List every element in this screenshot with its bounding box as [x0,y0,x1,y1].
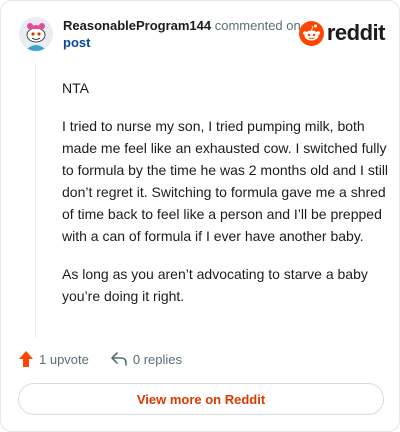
view-more-on-reddit-button[interactable]: View more on Reddit [18,383,384,415]
comment-meta: ReasonableProgram144 commented on post [63,17,313,51]
reddit-logo-icon [298,20,324,46]
comment-paragraph: I tried to nurse my son, I tried pumping… [62,118,389,244]
reddit-brand[interactable]: reddit [298,19,386,47]
comment-actions: 1 upvote 0 replies [19,348,182,370]
post-link[interactable]: post [63,34,313,51]
commented-on-text: commented on [211,18,301,33]
upvote-button[interactable]: 1 upvote [19,351,89,367]
thread-line [35,63,36,338]
user-avatar[interactable] [19,17,53,51]
comment-paragraph: As long as you aren’t advocating to star… [62,266,368,304]
snoo-avatar-icon [19,17,53,51]
reply-count: 0 replies [132,351,183,367]
upvote-count: 1 upvote [39,351,89,367]
comment-paragraph: NTA [62,80,89,96]
username-link[interactable]: ReasonableProgram144 [63,18,211,33]
reply-button[interactable]: 0 replies [111,352,182,367]
comment-body: NTA I tried to nurse my son, I tried pum… [62,77,392,323]
comment-header: ReasonableProgram144 commented on post r… [19,15,389,55]
upvote-arrow-icon [19,351,33,367]
embedded-comment-card: ReasonableProgram144 commented on post r… [0,0,400,432]
reply-arrow-icon [111,352,127,366]
reddit-wordmark: reddit [326,20,386,45]
